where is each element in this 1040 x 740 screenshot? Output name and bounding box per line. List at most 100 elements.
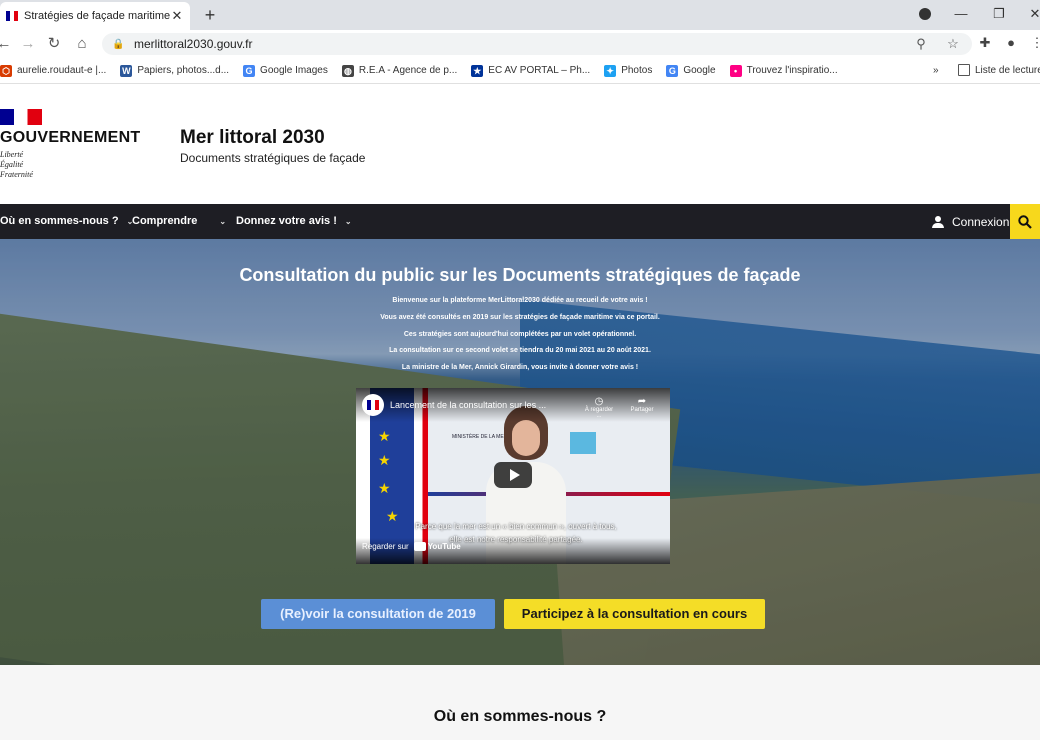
hero-title: Consultation du public sur les Documents… [239, 265, 801, 285]
maximize-icon[interactable]: ❐ [988, 4, 1010, 24]
login-button[interactable]: Connexion [932, 204, 1009, 239]
account-avatar-icon[interactable]: ● [1002, 35, 1020, 50]
site-header: GOUVERNEMENT Liberté Égalité Fraternité … [0, 85, 1040, 204]
motto-egalite: Égalité [0, 160, 24, 169]
share-icon: ➦ [637, 396, 647, 407]
bookmark-star-icon[interactable]: ☆ [944, 36, 962, 52]
bookmark-item[interactable]: W Papiers, photos...d... [120, 64, 229, 77]
bookmark-label: aurelie.roudaut-e |... [17, 65, 107, 76]
bookmark-label: Google [683, 65, 716, 76]
motto-liberte: Liberté [0, 150, 24, 159]
site-title[interactable]: Mer littoral 2030 [180, 127, 325, 149]
watch-later-button[interactable]: ◷ À regarder ... [584, 396, 614, 419]
back-arrow-icon[interactable]: ← [0, 34, 14, 54]
caption-line: Parce que la mer est un « bien commun »,… [415, 522, 617, 531]
chevron-down-icon: ⌄ [219, 217, 227, 226]
youtube-video-embed[interactable]: ★ ★ ★ ★ MINISTÈRE DE LA MER Lancement de… [356, 388, 670, 564]
profile-menu-icon[interactable] [914, 4, 936, 24]
reading-list-label: Liste de lecture [975, 64, 1040, 76]
nav-item-ou-en-sommes-nous[interactable]: Où en sommes-nous ? ⌄ [0, 204, 133, 239]
user-icon [932, 215, 944, 228]
youtube-label: YouTube [427, 542, 461, 551]
site-subtitle: Documents stratégiques de façade [180, 151, 366, 165]
new-tab-button[interactable]: + [200, 5, 220, 25]
bookmark-label: Photos [621, 65, 653, 76]
home-icon[interactable]: ⌂ [72, 34, 92, 54]
address-url[interactable]: merlittoral2030.gouv.fr [134, 37, 898, 51]
chevron-down-icon: ⌄ [344, 217, 352, 226]
bookmark-item[interactable]: G Google Images [243, 64, 328, 77]
star-icon: ★ [378, 480, 391, 496]
play-button-icon[interactable] [494, 462, 532, 488]
globe-icon: ◍ [341, 64, 354, 77]
flickr-icon: • [729, 64, 742, 77]
forward-arrow-icon[interactable]: → [18, 34, 38, 54]
channel-logo-icon[interactable] [362, 394, 384, 416]
bookmarks-more-icon[interactable]: » [933, 65, 939, 76]
status-section: Où en sommes-nous ? [0, 665, 1040, 740]
motto-fraternite: Fraternité [0, 170, 33, 179]
address-bar[interactable]: 🔒 merlittoral2030.gouv.fr ⚲ ☆ [102, 33, 972, 55]
lock-icon: 🔒 [112, 39, 125, 50]
bookmark-item[interactable]: ◍ R.E.A - Agence de p... [341, 64, 457, 77]
menu-more-icon[interactable]: ⋮ [1028, 35, 1040, 51]
nav-item-label: Où en sommes-nous ? [0, 215, 119, 227]
zoom-icon[interactable]: ⚲ [912, 36, 930, 52]
word-icon: W [120, 64, 133, 77]
marianne-flag-icon [0, 109, 42, 125]
google-icon: G [666, 64, 679, 77]
browser-toolbar: ← → ↻ ⌂ 🔒 merlittoral2030.gouv.fr ⚲ ☆ ✚ … [0, 30, 1040, 58]
hero-banner: Consultation du public sur les Documents… [0, 239, 1040, 665]
reload-icon[interactable]: ↻ [44, 34, 64, 54]
tab-favicon-icon [6, 11, 18, 21]
gov-name: GOUVERNEMENT [0, 129, 141, 146]
reading-list[interactable]: Liste de lecture [958, 64, 1040, 76]
eu-icon: ★ [471, 64, 484, 77]
bookmark-item[interactable]: • Trouvez l'inspiratio... [729, 64, 838, 77]
star-icon: ★ [378, 428, 391, 444]
watch-on-label: Regarder sur [362, 542, 409, 551]
hero-text-line: La consultation sur ce second volet se t… [389, 347, 651, 354]
window-close-icon[interactable]: ✕ [1024, 4, 1040, 24]
browser-tab-bar: Stratégies de façade maritime | ✕ + — ❐ … [0, 0, 1040, 30]
gov-motto: Liberté Égalité Fraternité [0, 150, 141, 180]
hero-text-line: Vous avez été consultés en 2019 sur les … [380, 314, 660, 321]
clock-icon: ◷ [594, 396, 604, 407]
nav-item-comprendre[interactable]: Comprendre ⌄ [132, 204, 226, 239]
google-icon: G [243, 64, 256, 77]
minimize-icon[interactable]: — [950, 4, 972, 24]
youtube-logo-icon: YouTube [413, 542, 461, 551]
nav-item-label: Donnez votre avis ! [236, 215, 337, 227]
bookmark-label: Trouvez l'inspiratio... [746, 65, 838, 76]
browser-tab[interactable]: Stratégies de façade maritime | ✕ [0, 2, 190, 30]
tab-title: Stratégies de façade maritime | [24, 10, 170, 22]
join-current-consultation-button[interactable]: Participez à la consultation en cours [504, 599, 765, 629]
section-title: Où en sommes-nous ? [433, 708, 607, 725]
bookmark-item[interactable]: ⬡ aurelie.roudaut-e |... [0, 64, 107, 77]
search-button[interactable] [1010, 204, 1040, 239]
watch-later-label: À regarder ... [584, 407, 614, 419]
main-nav: Où en sommes-nous ? ⌄ Comprendre ⌄ Donnez … [0, 204, 1040, 239]
watch-on-youtube-link[interactable]: Regarder sur YouTube [362, 542, 461, 551]
hero-text-line: Ces stratégies sont aujourd'hui complété… [403, 331, 637, 338]
bookmark-item[interactable]: ✦ Photos [604, 64, 653, 77]
hero-text-line: La ministre de la Mer, Annick Girardin, … [401, 364, 639, 371]
bookmark-label: EC AV PORTAL – Ph... [488, 65, 591, 76]
government-logo[interactable]: GOUVERNEMENT Liberté Égalité Fraternité [0, 109, 141, 180]
hero-text-line: Bienvenue sur la plateforme MerLittoral2… [392, 297, 648, 304]
bookmark-item[interactable]: ★ EC AV PORTAL – Ph... [471, 64, 591, 77]
extensions-icon[interactable]: ✚ [976, 35, 994, 51]
reading-list-icon [958, 64, 970, 76]
twitter-icon: ✦ [604, 64, 617, 77]
nav-item-donnez-votre-avis[interactable]: Donnez votre avis ! ⌄ [236, 204, 352, 239]
tab-close-icon[interactable]: ✕ [170, 8, 184, 24]
login-label: Connexion [952, 214, 1010, 229]
review-2019-consultation-button[interactable]: (Re)voir la consultation de 2019 [261, 599, 495, 629]
bookmark-item[interactable]: G Google [666, 64, 716, 77]
star-icon: ★ [378, 452, 391, 468]
share-label: Partager [630, 407, 654, 413]
video-title[interactable]: Lancement de la consultation sur les ... [390, 400, 546, 410]
outlook-icon: ⬡ [0, 64, 12, 77]
share-button[interactable]: ➦ Partager [624, 396, 660, 413]
search-icon [1018, 214, 1032, 229]
